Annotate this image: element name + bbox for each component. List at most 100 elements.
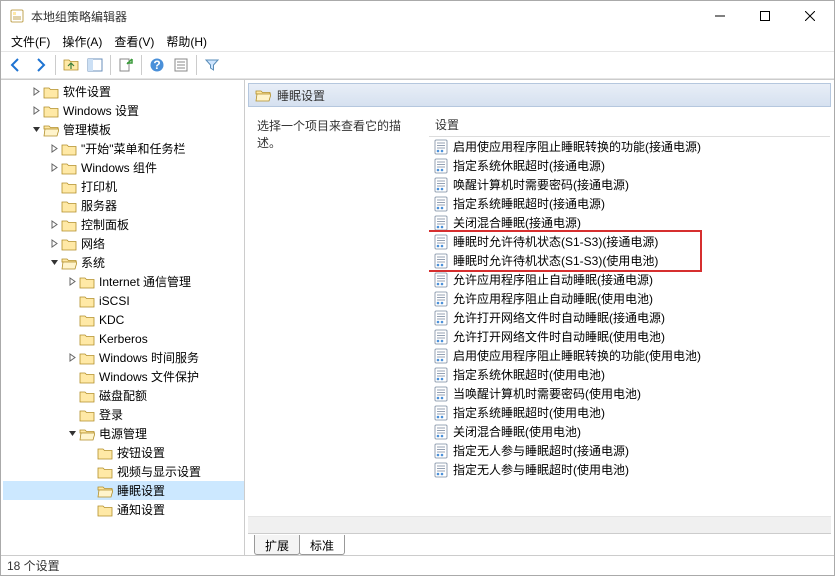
- separator: [141, 55, 142, 75]
- column-header-setting[interactable]: 设置: [429, 113, 830, 137]
- tree-item-windows-time[interactable]: Windows 时间服务: [3, 348, 244, 367]
- collapse-icon[interactable]: [47, 256, 61, 270]
- tree-item-kerberos[interactable]: Kerberos: [3, 329, 244, 348]
- tree-item-software-settings[interactable]: 软件设置: [3, 82, 244, 101]
- setting-row[interactable]: 启用使应用程序阻止睡眠转换的功能(使用电池): [429, 346, 830, 365]
- tree-item-servers[interactable]: 服务器: [3, 196, 244, 215]
- setting-row[interactable]: 唤醒计算机时需要密码(接通电源): [429, 175, 830, 194]
- tree-item-windows-components[interactable]: Windows 组件: [3, 158, 244, 177]
- tree-item-sleep-settings[interactable]: 睡眠设置: [3, 481, 244, 500]
- expand-icon[interactable]: [47, 142, 61, 156]
- setting-row[interactable]: 指定系统休眠超时(接通电源): [429, 156, 830, 175]
- folder-icon: [97, 503, 113, 517]
- minimize-button[interactable]: [697, 2, 742, 31]
- properties-button[interactable]: [170, 54, 192, 76]
- setting-label: 允许打开网络文件时自动睡眠(接通电源): [453, 309, 665, 326]
- policy-icon: [433, 196, 449, 212]
- folder-icon: [97, 465, 113, 479]
- collapse-icon[interactable]: [65, 427, 79, 441]
- menu-action[interactable]: 操作(A): [56, 31, 108, 52]
- expand-icon[interactable]: [29, 104, 43, 118]
- policy-icon: [433, 234, 449, 250]
- policy-icon: [433, 367, 449, 383]
- tree-item-start-taskbar[interactable]: "开始"菜单和任务栏: [3, 139, 244, 158]
- tab-extended[interactable]: 扩展: [254, 535, 300, 555]
- setting-label: 允许打开网络文件时自动睡眠(使用电池): [453, 328, 665, 345]
- setting-row[interactable]: 关闭混合睡眠(接通电源): [429, 213, 830, 232]
- setting-label: 指定系统睡眠超时(接通电源): [453, 195, 605, 212]
- tree-label: "开始"菜单和任务栏: [81, 140, 186, 157]
- tree-item-printers[interactable]: 打印机: [3, 177, 244, 196]
- tab-standard[interactable]: 标准: [299, 535, 345, 555]
- expand-icon[interactable]: [65, 275, 79, 289]
- menu-file[interactable]: 文件(F): [5, 31, 56, 52]
- folder-icon: [255, 88, 271, 102]
- close-button[interactable]: [787, 2, 832, 31]
- maximize-button[interactable]: [742, 2, 787, 31]
- filter-button[interactable]: [201, 54, 223, 76]
- export-button[interactable]: [115, 54, 137, 76]
- tree-label: Windows 组件: [81, 159, 157, 176]
- expand-icon[interactable]: [47, 161, 61, 175]
- help-button[interactable]: ?: [146, 54, 168, 76]
- tree-item-disk-quota[interactable]: 磁盘配额: [3, 386, 244, 405]
- policy-icon: [433, 158, 449, 174]
- titlebar: 本地组策略编辑器: [1, 1, 834, 31]
- tree-item-iscsi[interactable]: iSCSI: [3, 291, 244, 310]
- setting-row[interactable]: 关闭混合睡眠(使用电池): [429, 422, 830, 441]
- expand-icon[interactable]: [65, 351, 79, 365]
- expand-icon[interactable]: [29, 85, 43, 99]
- menu-help[interactable]: 帮助(H): [160, 31, 213, 52]
- setting-row[interactable]: 当唤醒计算机时需要密码(使用电池): [429, 384, 830, 403]
- setting-label: 启用使应用程序阻止睡眠转换的功能(接通电源): [453, 138, 701, 155]
- setting-row[interactable]: 睡眠时允许待机状态(S1-S3)(接通电源): [429, 232, 830, 251]
- tree-item-kdc[interactable]: KDC: [3, 310, 244, 329]
- folder-icon: [97, 446, 113, 460]
- tree-label: iSCSI: [99, 294, 130, 308]
- tree-item-windows-settings[interactable]: Windows 设置: [3, 101, 244, 120]
- horizontal-scrollbar[interactable]: [248, 516, 831, 533]
- tree-item-admin-templates[interactable]: 管理模板: [3, 120, 244, 139]
- tree-item-system[interactable]: 系统: [3, 253, 244, 272]
- tree-pane[interactable]: 软件设置Windows 设置管理模板"开始"菜单和任务栏 Windows 组件打印…: [1, 80, 245, 555]
- tree-item-notify-settings[interactable]: 通知设置: [3, 500, 244, 519]
- right-header-text: 睡眠设置: [277, 87, 325, 104]
- setting-row[interactable]: 允许应用程序阻止自动睡眠(使用电池): [429, 289, 830, 308]
- policy-icon: [433, 253, 449, 269]
- setting-row[interactable]: 指定系统休眠超时(使用电池): [429, 365, 830, 384]
- setting-row[interactable]: 允许应用程序阻止自动睡眠(接通电源): [429, 270, 830, 289]
- policy-icon: [433, 424, 449, 440]
- setting-row[interactable]: 指定系统睡眠超时(接通电源): [429, 194, 830, 213]
- tree-label: 系统: [81, 254, 105, 271]
- tree-item-button-settings[interactable]: 按钮设置: [3, 443, 244, 462]
- tree-item-control-panel[interactable]: 控制面板: [3, 215, 244, 234]
- setting-row[interactable]: 启用使应用程序阻止睡眠转换的功能(接通电源): [429, 137, 830, 156]
- tree-item-power-mgmt[interactable]: 电源管理: [3, 424, 244, 443]
- setting-row[interactable]: 指定无人参与睡眠超时(接通电源): [429, 441, 830, 460]
- setting-row[interactable]: 指定系统睡眠超时(使用电池): [429, 403, 830, 422]
- tree-label: Windows 设置: [63, 102, 139, 119]
- expand-icon[interactable]: [47, 218, 61, 232]
- back-button[interactable]: [5, 54, 27, 76]
- setting-row[interactable]: 睡眠时允许待机状态(S1-S3)(使用电池): [429, 251, 830, 270]
- forward-button[interactable]: [29, 54, 51, 76]
- tree-item-network[interactable]: 网络: [3, 234, 244, 253]
- setting-label: 指定系统睡眠超时(使用电池): [453, 404, 605, 421]
- tree-item-internet-comm[interactable]: Internet 通信管理: [3, 272, 244, 291]
- folder-icon: [79, 408, 95, 422]
- tree-item-windows-file-protect[interactable]: Windows 文件保护: [3, 367, 244, 386]
- menu-view[interactable]: 查看(V): [108, 31, 160, 52]
- policy-icon: [433, 405, 449, 421]
- expand-icon[interactable]: [47, 237, 61, 251]
- setting-row[interactable]: 允许打开网络文件时自动睡眠(使用电池): [429, 327, 830, 346]
- policy-icon: [433, 462, 449, 478]
- show-hide-tree-button[interactable]: [84, 54, 106, 76]
- setting-row[interactable]: 允许打开网络文件时自动睡眠(接通电源): [429, 308, 830, 327]
- tree-item-logon[interactable]: 登录: [3, 405, 244, 424]
- tree-item-video-display[interactable]: 视频与显示设置: [3, 462, 244, 481]
- settings-list[interactable]: 设置 启用使应用程序阻止睡眠转换的功能(接通电源)指定系统休眠超时(接通电源)唤…: [429, 113, 830, 516]
- up-button[interactable]: [60, 54, 82, 76]
- collapse-icon[interactable]: [29, 123, 43, 137]
- setting-label: 关闭混合睡眠(使用电池): [453, 423, 581, 440]
- setting-row[interactable]: 指定无人参与睡眠超时(使用电池): [429, 460, 830, 479]
